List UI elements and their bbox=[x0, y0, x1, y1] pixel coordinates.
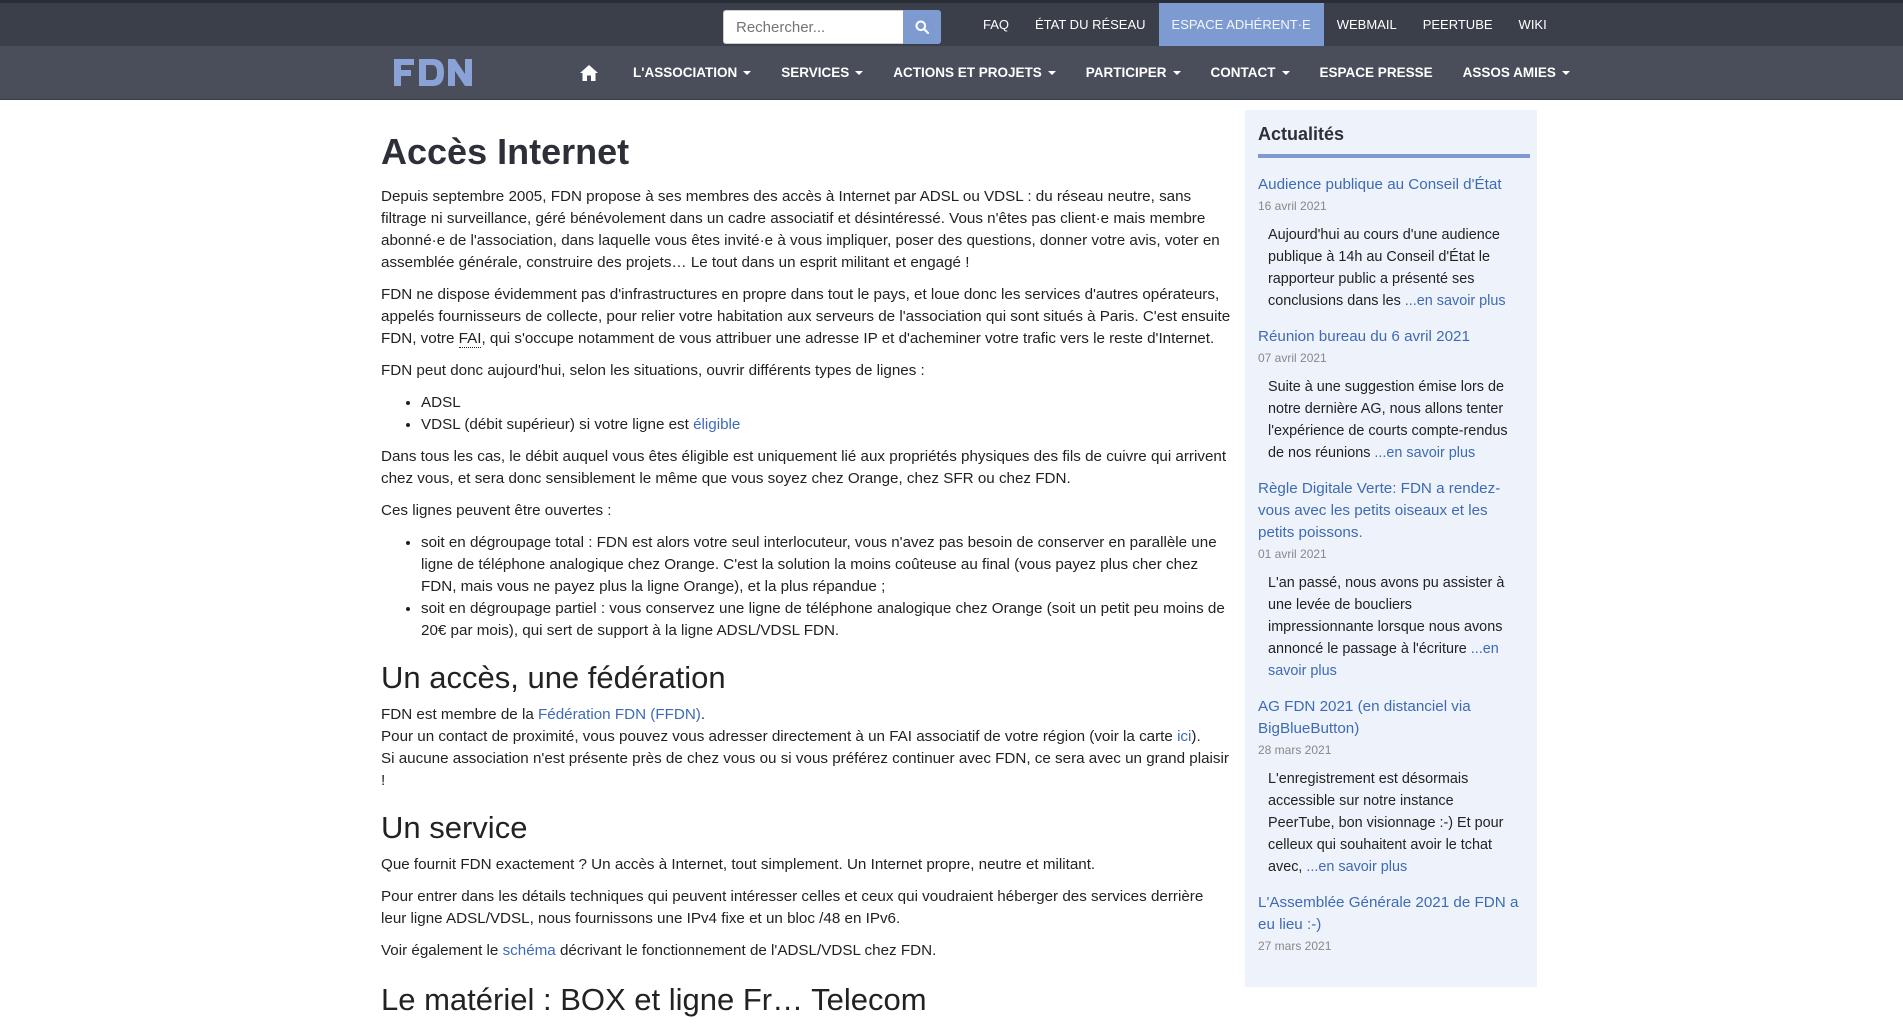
section-heading-service: Un service bbox=[381, 810, 528, 845]
service-paragraph-2: Pour entrer dans les détails techniques … bbox=[381, 888, 1204, 927]
news-title-link[interactable]: Règle Digitale Verte: FDN a rendez-vous … bbox=[1258, 478, 1520, 544]
page-title: Accès Internet bbox=[381, 131, 630, 172]
text: ). bbox=[1191, 728, 1201, 745]
news-excerpt: Aujourd'hui au cours d'une audience publ… bbox=[1258, 224, 1513, 312]
opening-paragraph: Ces lignes peuvent être ouvertes : bbox=[381, 502, 612, 519]
nav-item-services[interactable]: Services bbox=[766, 46, 878, 99]
top-link-wiki[interactable]: Wiki bbox=[1506, 3, 1560, 46]
service-paragraph-3: Voir également le schéma décrivant le fo… bbox=[381, 940, 1231, 962]
top-link-espace-adherent[interactable]: Espace adhérent·e bbox=[1158, 3, 1324, 46]
debit-paragraph: Dans tous les cas, le débit auquel vous … bbox=[381, 448, 1227, 487]
intro-paragraph: Depuis septembre 2005, FDN propose à ses… bbox=[381, 188, 1220, 271]
caret-down-icon bbox=[743, 70, 752, 75]
text: L'an passé, nous avons pu assister à une… bbox=[1268, 575, 1505, 657]
news-excerpt: Suite à une suggestion émise lors de not… bbox=[1258, 376, 1513, 464]
service-paragraph-1: Que fournit FDN exactement ? Un accès à … bbox=[381, 856, 1096, 873]
nav-item-label: Espace presse bbox=[1319, 65, 1433, 80]
section-heading-federation: Un accès, une fédération bbox=[381, 660, 726, 695]
sidebar-divider bbox=[1258, 154, 1530, 158]
nav-item-association[interactable]: L'association bbox=[618, 46, 766, 99]
news-item: Réunion bureau du 6 avril 2021 07 avril … bbox=[1258, 326, 1520, 464]
nav-item-label: L'association bbox=[633, 65, 738, 80]
fdn-logo[interactable] bbox=[392, 56, 474, 93]
caret-down-icon bbox=[1281, 70, 1290, 75]
section-heading-materiel: Le matériel : BOX et ligne Fr… Telecom bbox=[381, 982, 927, 1017]
text: VDSL (débit supérieur) si votre ligne es… bbox=[421, 416, 694, 433]
news-date: 28 mars 2021 bbox=[1258, 743, 1332, 757]
text: FDN est membre de la bbox=[381, 706, 538, 723]
nav-item-label: Assos amies bbox=[1462, 65, 1556, 80]
search-form bbox=[723, 10, 941, 44]
ffdn-link[interactable]: Fédération FDN (FFDN) bbox=[538, 706, 701, 723]
list-item: soit en dégroupage total : FDN est alors… bbox=[421, 532, 1231, 598]
nav-item-participer[interactable]: Participer bbox=[1071, 46, 1196, 99]
caret-down-icon bbox=[855, 70, 864, 75]
text: Pour un contact de proximité, vous pouve… bbox=[381, 728, 1178, 745]
text: . bbox=[700, 706, 706, 723]
top-links: FAQ État du réseau Espace adhérent·e Web… bbox=[970, 3, 1560, 46]
news-title-link[interactable]: L'Assemblée Générale 2021 de FDN a eu li… bbox=[1258, 892, 1520, 936]
sidebar-title: Actualités bbox=[1258, 124, 1345, 144]
nav-item-assos-amies[interactable]: Assos amies bbox=[1448, 46, 1585, 99]
news-excerpt: L'an passé, nous avons pu assister à une… bbox=[1258, 572, 1513, 682]
article: Accès Internet Depuis septembre 2005, FD… bbox=[381, 110, 1231, 1026]
federation-paragraph: FDN est membre de la Fédération FDN (FFD… bbox=[381, 704, 1231, 792]
top-link-etat-reseau[interactable]: État du réseau bbox=[1022, 3, 1159, 46]
top-link-webmail[interactable]: Webmail bbox=[1324, 3, 1410, 46]
nav-menu: L'association Services Actions et projet… bbox=[566, 46, 1585, 99]
infrastructure-paragraph: FDN ne dispose évidemment pas d'infrastr… bbox=[381, 284, 1231, 350]
list-item: soit en dégroupage partiel : vous conser… bbox=[421, 598, 1231, 642]
news-title-link[interactable]: AG FDN 2021 (en distanciel via BigBlueBu… bbox=[1258, 696, 1520, 740]
news-title-link[interactable]: Audience publique au Conseil d'État bbox=[1258, 174, 1520, 196]
caret-down-icon bbox=[1172, 70, 1181, 75]
nav-item-actions-projets[interactable]: Actions et projets bbox=[878, 46, 1071, 99]
list-item: VDSL (débit supérieur) si votre ligne es… bbox=[421, 414, 1231, 436]
nav-item-label: Services bbox=[781, 65, 850, 80]
news-title-link[interactable]: Réunion bureau du 6 avril 2021 bbox=[1258, 326, 1520, 348]
home-link[interactable] bbox=[566, 46, 612, 99]
news-item: Règle Digitale Verte: FDN a rendez-vous … bbox=[1258, 478, 1520, 682]
list-item: ADSL bbox=[421, 392, 1231, 414]
map-link[interactable]: ici bbox=[1177, 728, 1191, 745]
caret-down-icon bbox=[1047, 70, 1056, 75]
main-nav: L'association Services Actions et projet… bbox=[0, 46, 1903, 100]
nav-item-label: Contact bbox=[1210, 65, 1276, 80]
nav-item-label: Participer bbox=[1085, 65, 1167, 80]
nav-item-contact[interactable]: Contact bbox=[1196, 46, 1305, 99]
read-more-link[interactable]: ...en savoir plus bbox=[1306, 859, 1407, 875]
text: Voir également le bbox=[381, 942, 503, 959]
nav-item-espace-presse[interactable]: Espace presse bbox=[1305, 46, 1448, 99]
text: décrivant le fonctionnement de l'ADSL/VD… bbox=[555, 942, 937, 959]
nav-item-label: Actions et projets bbox=[893, 65, 1042, 80]
text: Si aucune association n'est présente prè… bbox=[381, 750, 1229, 789]
news-item: AG FDN 2021 (en distanciel via BigBlueBu… bbox=[1258, 696, 1520, 878]
fdn-logo-mark bbox=[394, 59, 472, 86]
unbundling-list: soit en dégroupage total : FDN est alors… bbox=[381, 532, 1231, 642]
news-item: L'Assemblée Générale 2021 de FDN a eu li… bbox=[1258, 892, 1520, 954]
search-icon bbox=[915, 20, 929, 34]
line-types-paragraph: FDN peut donc aujourd'hui, selon les sit… bbox=[381, 362, 925, 379]
news-item: Audience publique au Conseil d'État 16 a… bbox=[1258, 174, 1520, 312]
news-date: 07 avril 2021 bbox=[1258, 351, 1327, 365]
schema-link[interactable]: schéma bbox=[503, 942, 556, 959]
top-link-faq[interactable]: FAQ bbox=[970, 3, 1022, 46]
line-types-list: ADSL VDSL (débit supérieur) si votre lig… bbox=[381, 392, 1231, 436]
news-date: 27 mars 2021 bbox=[1258, 939, 1332, 953]
news-date: 01 avril 2021 bbox=[1258, 547, 1327, 561]
read-more-link[interactable]: ...en savoir plus bbox=[1374, 445, 1475, 461]
search-input[interactable] bbox=[723, 10, 903, 44]
top-link-peertube[interactable]: PeerTube bbox=[1410, 3, 1506, 46]
home-icon bbox=[580, 64, 598, 81]
fai-abbr: FAI bbox=[458, 330, 482, 348]
text: , qui s'occupe notamment de vous attribu… bbox=[481, 330, 1215, 347]
top-bar: FAQ État du réseau Espace adhérent·e Web… bbox=[0, 0, 1903, 46]
search-button[interactable] bbox=[903, 10, 941, 44]
read-more-link[interactable]: ...en savoir plus bbox=[1405, 293, 1506, 309]
news-excerpt: L'enregistrement est désormais accessibl… bbox=[1258, 768, 1513, 878]
news-sidebar: Actualités Audience publique au Conseil … bbox=[1245, 110, 1537, 987]
caret-down-icon bbox=[1561, 70, 1570, 75]
news-date: 16 avril 2021 bbox=[1258, 199, 1327, 213]
eligible-link[interactable]: éligible bbox=[693, 416, 740, 433]
